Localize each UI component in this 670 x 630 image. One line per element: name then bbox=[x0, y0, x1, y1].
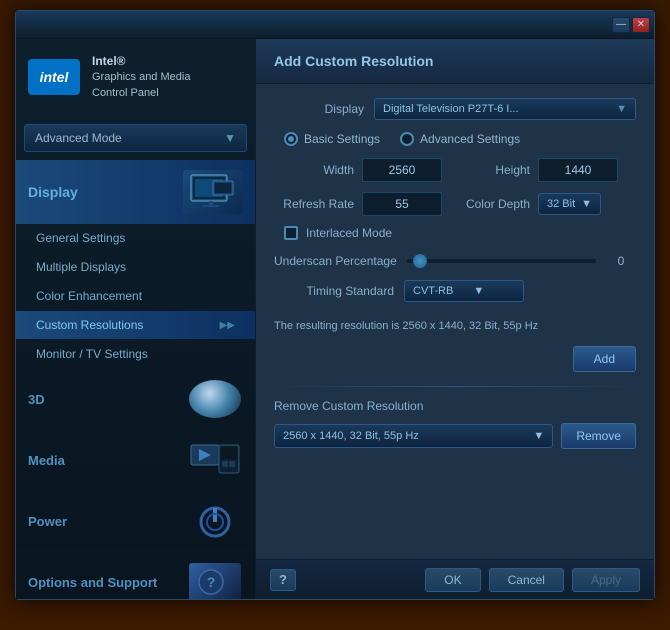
width-label: Width bbox=[274, 163, 354, 177]
width-input[interactable] bbox=[362, 158, 442, 182]
refresh-rate-label: Refresh Rate bbox=[274, 197, 354, 211]
advanced-settings-radio[interactable]: Advanced Settings bbox=[400, 132, 520, 146]
nav-section: General Settings Multiple Displays Color… bbox=[16, 224, 255, 599]
add-button-row: Add bbox=[274, 346, 636, 372]
sidebar-item-3d[interactable]: 3D bbox=[16, 369, 255, 430]
panel-body: Display Digital Television P27T-6 I... ▼… bbox=[256, 84, 654, 559]
sidebar-item-power[interactable]: Power bbox=[16, 491, 255, 552]
advanced-settings-label: Advanced Settings bbox=[420, 132, 520, 146]
color-depth-label: Color Depth bbox=[450, 197, 530, 211]
interlaced-label: Interlaced Mode bbox=[306, 226, 392, 240]
color-depth-value: 32 Bit bbox=[547, 198, 575, 210]
3d-thumbnail bbox=[187, 379, 243, 419]
timing-row: Timing Standard CVT-RB ▼ bbox=[274, 280, 636, 302]
sidebar-item-general-settings[interactable]: General Settings bbox=[16, 224, 255, 253]
interlaced-row: Interlaced Mode bbox=[274, 226, 636, 240]
options-label: Options and Support bbox=[28, 575, 157, 590]
media-label: Media bbox=[28, 453, 65, 468]
mode-arrow-icon: ▼ bbox=[224, 131, 236, 145]
display-dropdown-arrow-icon: ▼ bbox=[616, 103, 627, 115]
main-window: — ✕ intel Intel® Graphics and Media Cont… bbox=[15, 10, 655, 600]
color-depth-arrow-icon: ▼ bbox=[581, 198, 592, 210]
media-thumbnail bbox=[187, 440, 243, 480]
display-value: Digital Television P27T-6 I... bbox=[383, 103, 519, 115]
remove-resolution-dropdown[interactable]: 2560 x 1440, 32 Bit, 55p Hz ▼ bbox=[274, 424, 553, 448]
underscan-thumb[interactable] bbox=[413, 254, 427, 268]
apply-button[interactable]: Apply bbox=[572, 568, 640, 592]
remove-row: 2560 x 1440, 32 Bit, 55p Hz ▼ Remove bbox=[274, 423, 636, 449]
sidebar-item-options-support[interactable]: Options and Support ? bbox=[16, 552, 255, 599]
refresh-rate-input[interactable] bbox=[362, 192, 442, 216]
right-panel: Add Custom Resolution Display Digital Te… bbox=[256, 39, 654, 599]
display-nav-item[interactable]: Display bbox=[16, 160, 255, 224]
mode-selector[interactable]: Advanced Mode ▼ bbox=[24, 124, 247, 152]
svg-text:?: ? bbox=[207, 574, 216, 590]
underscan-slider[interactable] bbox=[407, 259, 596, 263]
sidebar: intel Intel® Graphics and Media Control … bbox=[16, 39, 256, 599]
basic-settings-radio-circle bbox=[284, 132, 298, 146]
sidebar-item-custom-resolutions[interactable]: Custom Resolutions ▶▶ bbox=[16, 311, 255, 340]
timing-label: Timing Standard bbox=[274, 284, 394, 298]
remove-select-value: 2560 x 1440, 32 Bit, 55p Hz bbox=[283, 430, 419, 442]
basic-settings-radio[interactable]: Basic Settings bbox=[284, 132, 380, 146]
remove-section-label: Remove Custom Resolution bbox=[274, 399, 636, 413]
height-label: Height bbox=[450, 163, 530, 177]
sidebar-item-media[interactable]: Media bbox=[16, 430, 255, 491]
logo-area: intel Intel® Graphics and Media Control … bbox=[16, 39, 255, 116]
minimize-button[interactable]: — bbox=[612, 17, 630, 33]
underscan-row: Underscan Percentage 0 bbox=[274, 254, 636, 268]
remove-button[interactable]: Remove bbox=[561, 423, 636, 449]
bottom-bar: ? OK Cancel Apply bbox=[256, 559, 654, 599]
cancel-button[interactable]: Cancel bbox=[489, 568, 564, 592]
interlaced-checkbox[interactable] bbox=[284, 226, 298, 240]
titlebar: — ✕ bbox=[16, 11, 654, 39]
help-button[interactable]: ? bbox=[270, 569, 296, 591]
timing-value: CVT-RB bbox=[413, 285, 453, 297]
underscan-value: 0 bbox=[606, 254, 636, 268]
result-text: The resulting resolution is 2560 x 1440,… bbox=[274, 316, 636, 336]
sidebar-item-monitor-settings[interactable]: Monitor / TV Settings bbox=[16, 340, 255, 369]
remove-dropdown-arrow-icon: ▼ bbox=[533, 430, 544, 442]
divider bbox=[274, 386, 636, 387]
sidebar-item-multiple-displays[interactable]: Multiple Displays bbox=[16, 253, 255, 282]
ok-button[interactable]: OK bbox=[425, 568, 480, 592]
mode-label: Advanced Mode bbox=[35, 131, 122, 145]
power-thumbnail bbox=[187, 501, 243, 541]
display-label: Display bbox=[274, 102, 364, 116]
underscan-label: Underscan Percentage bbox=[274, 254, 397, 268]
3d-label: 3D bbox=[28, 392, 45, 407]
support-thumbnail: ? bbox=[187, 562, 243, 599]
refresh-color-row: Refresh Rate Color Depth 32 Bit ▼ bbox=[274, 192, 636, 216]
power-label: Power bbox=[28, 514, 67, 529]
timing-dropdown[interactable]: CVT-RB ▼ bbox=[404, 280, 524, 302]
main-content: intel Intel® Graphics and Media Control … bbox=[16, 39, 654, 599]
timing-arrow-icon: ▼ bbox=[473, 285, 484, 297]
product-title: Intel® Graphics and Media Control Panel bbox=[92, 53, 190, 101]
height-input[interactable] bbox=[538, 158, 618, 182]
display-nav-label: Display bbox=[28, 184, 78, 200]
window-controls: — ✕ bbox=[612, 17, 654, 33]
expand-icon: ▶▶ bbox=[220, 320, 235, 331]
display-dropdown[interactable]: Digital Television P27T-6 I... ▼ bbox=[374, 98, 636, 120]
color-depth-dropdown[interactable]: 32 Bit ▼ bbox=[538, 193, 601, 215]
dimensions-row: Width Height bbox=[274, 158, 636, 182]
display-row: Display Digital Television P27T-6 I... ▼ bbox=[274, 98, 636, 120]
sidebar-item-color-enhancement[interactable]: Color Enhancement bbox=[16, 282, 255, 311]
basic-settings-label: Basic Settings bbox=[304, 132, 380, 146]
close-button[interactable]: ✕ bbox=[632, 17, 650, 33]
settings-mode-radio-group: Basic Settings Advanced Settings bbox=[274, 132, 636, 146]
add-button[interactable]: Add bbox=[573, 346, 636, 372]
display-icon bbox=[183, 170, 243, 214]
panel-header: Add Custom Resolution bbox=[256, 39, 654, 84]
advanced-settings-radio-circle bbox=[400, 132, 414, 146]
intel-logo: intel bbox=[28, 59, 80, 95]
